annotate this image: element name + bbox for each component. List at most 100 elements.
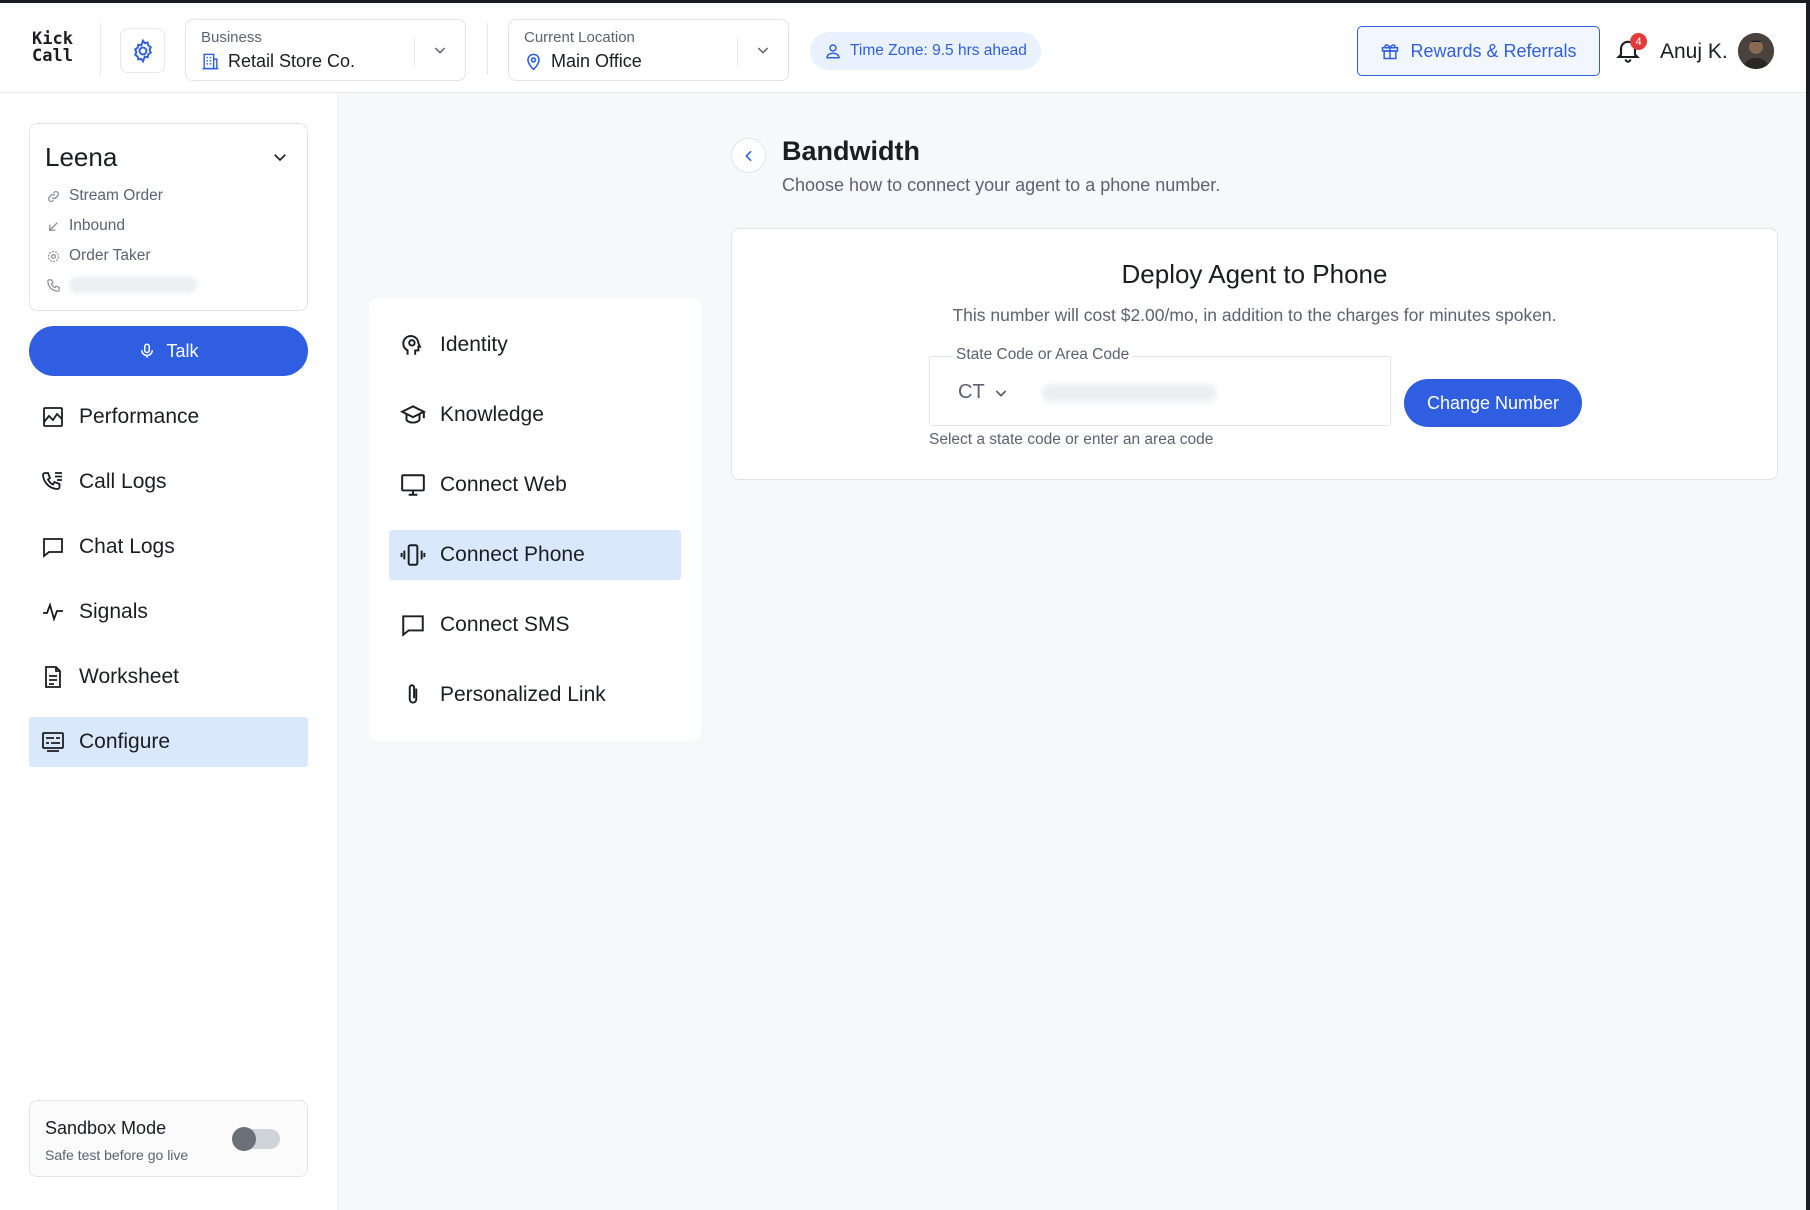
sidebar-item-call-logs[interactable]: Call Logs	[29, 457, 308, 507]
change-number-button[interactable]: Change Number	[1404, 379, 1582, 427]
menu-item-identity[interactable]: Identity	[389, 320, 681, 370]
sidebar-item-chat-logs[interactable]: Chat Logs	[29, 522, 308, 572]
building-icon	[202, 53, 219, 70]
sidebar-item-label: Call Logs	[79, 470, 167, 493]
chat-icon	[43, 538, 63, 558]
agent-meta-label: Order Taker	[69, 247, 151, 264]
selector-divider	[414, 37, 415, 67]
menu-item-connect-sms[interactable]: Connect SMS	[389, 600, 681, 650]
agent-meta-label: Inbound	[69, 217, 126, 234]
talk-button[interactable]: Talk	[29, 326, 308, 376]
area-code-field[interactable]: CT	[929, 356, 1391, 426]
chevron-down-icon	[995, 389, 1006, 397]
menu-item-label: Personalized Link	[440, 683, 606, 706]
rewards-label: Rewards & Referrals	[1410, 40, 1577, 61]
timezone-badge[interactable]: Time Zone: 9.5 hrs ahead	[810, 32, 1041, 70]
top-bar: Kick Call Business Retail Store Co. Curr…	[0, 0, 1810, 93]
menu-item-label: Knowledge	[440, 403, 544, 426]
avatar[interactable]	[1738, 33, 1774, 69]
agent-meta-item: Stream Order	[46, 187, 163, 205]
area-code-field-label: State Code or Area Code	[952, 346, 1134, 364]
location-selector[interactable]: Current Location Main Office	[508, 19, 789, 81]
pulse-icon	[43, 602, 63, 622]
vibrating-phone-icon	[400, 544, 426, 566]
menu-item-label: Identity	[440, 333, 508, 356]
message-icon	[402, 615, 424, 637]
user-icon	[826, 44, 840, 59]
menu-item-label: Connect Web	[440, 473, 567, 496]
kickcall-logo[interactable]: Kick Call	[32, 31, 73, 65]
agent-card[interactable]: Leena Stream Order Inbound Order Taker	[29, 123, 308, 311]
page-subtitle: Choose how to connect your agent to a ph…	[782, 175, 1221, 195]
area-code-helper-text: Select a state code or enter an area cod…	[929, 431, 1214, 448]
selector-divider	[737, 37, 738, 67]
monitor-icon	[401, 474, 425, 496]
logo-line-2: Call	[32, 46, 73, 66]
divider	[487, 23, 488, 75]
configure-menu: Identity Knowledge Connect Web Connect P…	[369, 298, 701, 741]
agent-meta-item: Inbound	[46, 217, 125, 235]
sandbox-title: Sandbox Mode	[45, 1118, 167, 1138]
deploy-description: This number will cost $2.00/mo, in addit…	[952, 305, 1557, 325]
sidebar-item-worksheet[interactable]: Worksheet	[29, 652, 308, 702]
state-code-select[interactable]: CT	[958, 381, 1009, 404]
agent-meta-item: Order Taker	[46, 247, 151, 265]
back-button[interactable]	[731, 138, 766, 173]
divider	[100, 23, 101, 75]
talk-label: Talk	[166, 340, 199, 361]
user-name[interactable]: Anuj K.	[1660, 40, 1728, 64]
microphone-icon	[141, 343, 154, 358]
sidebar-item-label: Worksheet	[79, 665, 179, 688]
paperclip-icon	[408, 684, 418, 704]
agent-meta-label: Stream Order	[69, 187, 163, 204]
agent-name: Leena	[45, 142, 118, 172]
phone-list-icon	[42, 472, 62, 490]
notification-count-badge: 4	[1630, 33, 1647, 50]
identity-icon	[402, 335, 422, 355]
location-caption: Current Location	[524, 29, 635, 46]
avatar-image	[1738, 33, 1774, 69]
sidebar-item-label: Performance	[79, 405, 200, 428]
sidebar-item-signals[interactable]: Signals	[29, 587, 308, 637]
inbound-arrow-icon	[49, 221, 58, 231]
phone-number-redacted	[69, 277, 197, 293]
window-border	[1806, 0, 1810, 1210]
sidebar-item-label: Signals	[79, 600, 148, 623]
toggle-knob	[232, 1127, 256, 1151]
agent-phone	[46, 277, 197, 293]
sidebar-item-label: Configure	[79, 730, 171, 753]
rewards-referrals-button[interactable]: Rewards & Referrals	[1357, 26, 1600, 76]
timezone-text: Time Zone: 9.5 hrs ahead	[850, 42, 1027, 59]
sandbox-subtitle: Safe test before go live	[45, 1147, 189, 1163]
menu-item-connect-phone[interactable]: Connect Phone	[389, 530, 681, 580]
sidebar-item-configure[interactable]: Configure	[29, 717, 308, 767]
page-title: Bandwidth	[782, 136, 920, 166]
sidebar-item-label: Chat Logs	[79, 535, 175, 558]
business-value: Retail Store Co.	[228, 51, 356, 71]
chevron-left-icon	[744, 150, 752, 161]
menu-item-label: Connect SMS	[440, 613, 570, 636]
chevron-down-icon[interactable]	[432, 42, 448, 58]
deploy-agent-card: Deploy Agent to Phone This number will c…	[731, 228, 1778, 480]
area-code-input-redacted[interactable]	[1042, 384, 1217, 402]
menu-item-personalized-link[interactable]: Personalized Link	[389, 670, 681, 720]
chevron-down-icon[interactable]	[755, 42, 771, 58]
chevron-down-icon[interactable]	[271, 148, 289, 166]
sidebar-item-performance[interactable]: Performance	[29, 392, 308, 442]
location-pin-icon	[527, 53, 540, 71]
settings-icon	[47, 250, 60, 262]
document-icon	[45, 666, 61, 688]
sandbox-toggle[interactable]	[232, 1127, 280, 1151]
menu-item-knowledge[interactable]: Knowledge	[389, 390, 681, 440]
state-code-value: CT	[958, 381, 985, 403]
business-caption: Business	[201, 29, 262, 46]
phone-icon	[47, 278, 60, 292]
location-value: Main Office	[551, 51, 642, 71]
settings-button[interactable]	[120, 28, 165, 73]
business-selector[interactable]: Business Retail Store Co.	[185, 19, 466, 81]
sandbox-mode-card: Sandbox Mode Safe test before go live	[29, 1100, 308, 1177]
left-sidebar: Leena Stream Order Inbound Order Taker T…	[0, 93, 338, 1210]
deploy-title: Deploy Agent to Phone	[1121, 259, 1388, 289]
menu-item-connect-web[interactable]: Connect Web	[389, 460, 681, 510]
menu-item-label: Connect Phone	[440, 543, 585, 566]
